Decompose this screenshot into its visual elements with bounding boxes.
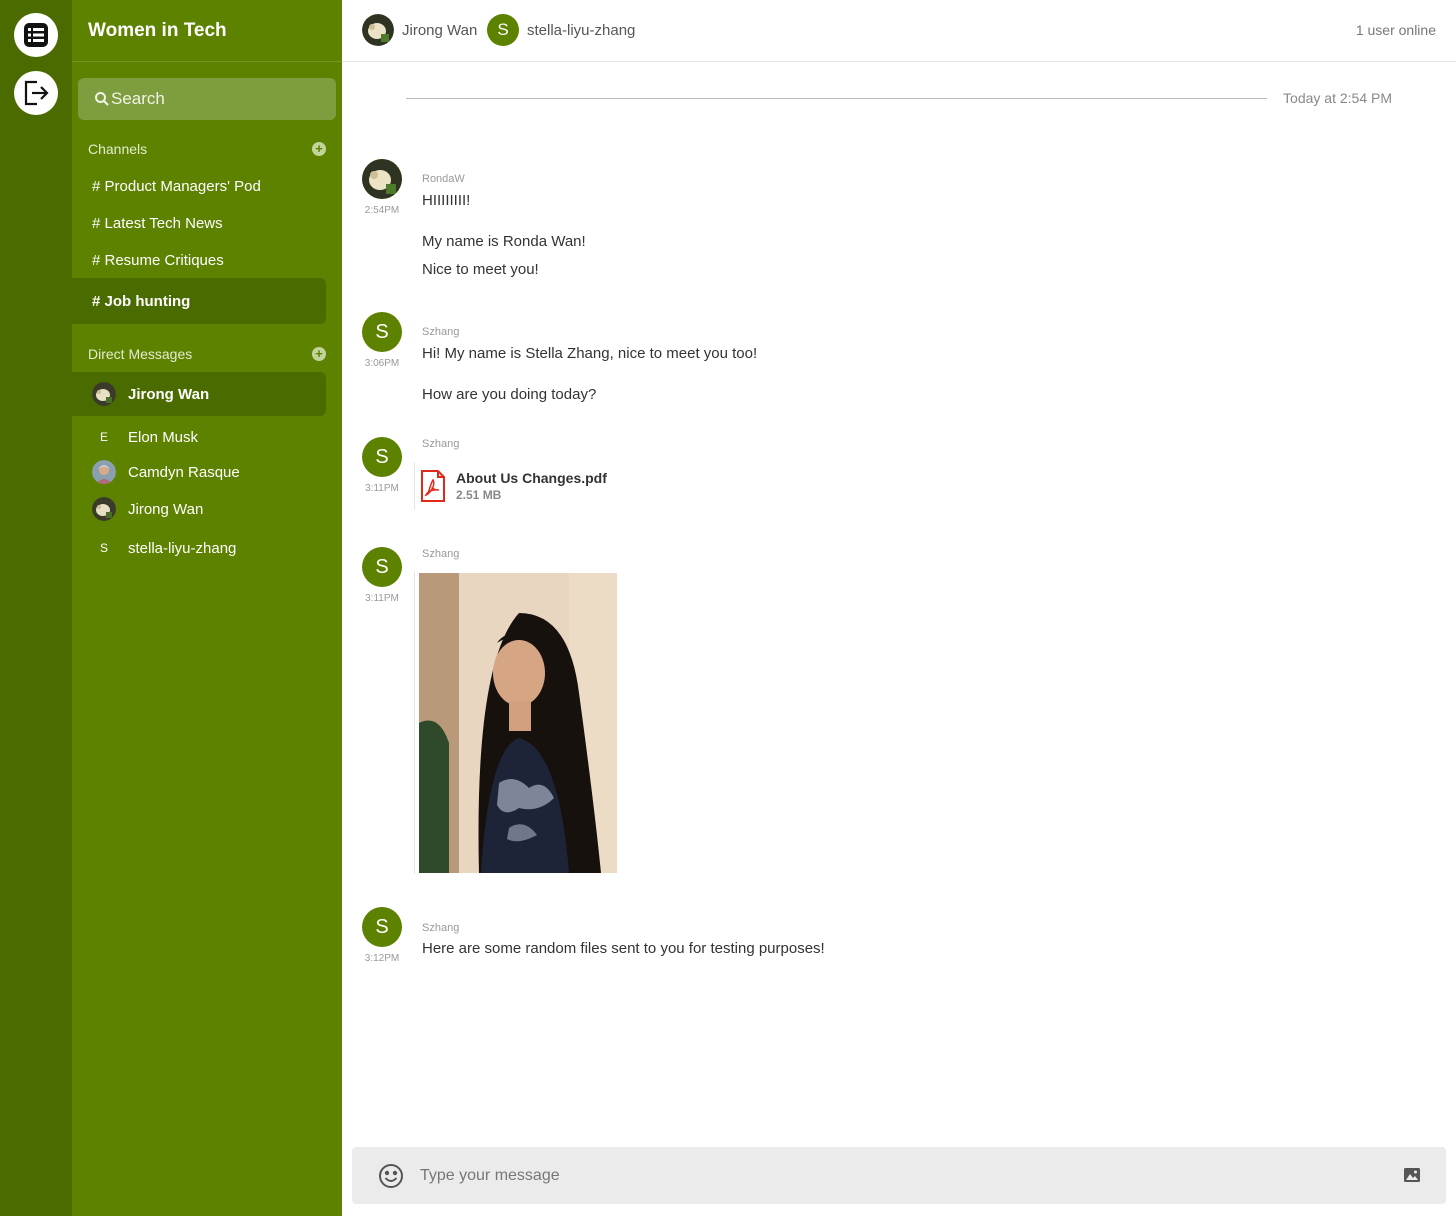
message-sender: RondaW [422,173,465,185]
dm-label: Camdyn Rasque [128,463,240,481]
avatar [92,497,116,521]
dm-item-elon-musk[interactable]: E Elon Musk [92,425,198,449]
date-separator: Today at 2:54 PM [406,90,1392,106]
message-sender: Szhang [422,922,460,934]
date-separator-text: Today at 2:54 PM [1283,90,1392,106]
message-sender: Szhang [422,438,460,450]
dm-label: stella-liyu-zhang [128,539,237,557]
message-time: 2:54PM [364,205,400,216]
divider [72,61,342,62]
dm-item-stella-liyu-zhang[interactable]: S stella-liyu-zhang [92,536,236,560]
header-user-name: Jirong Wan [402,21,478,39]
search-placeholder: Search [111,89,165,108]
avatar[interactable]: S [362,907,402,947]
online-status: 1 user online [1355,22,1436,38]
message-time: 3:12PM [364,953,400,964]
file-name: About Us Changes.pdf [456,470,607,486]
header-user-name: stella-liyu-zhang [527,21,636,39]
add-direct-message-icon[interactable]: + [312,347,326,361]
message-composer [352,1147,1446,1204]
dm-item-camdyn-rasque[interactable]: Camdyn Rasque [92,460,240,484]
message-text: How are you doing today? [422,386,597,403]
dm-label: Jirong Wan [128,500,204,518]
message-time: 3:11PM [365,483,399,494]
dm-item-jirong-wan-active[interactable]: Jirong Wan [72,372,326,416]
avatar: S [487,14,519,46]
message-text: My name is Ronda Wan! [422,233,586,250]
search-icon [95,92,109,106]
logout-button[interactable] [14,71,58,115]
message-input[interactable] [420,1166,1380,1185]
channel-list-button[interactable] [14,13,58,57]
portrait-photo[interactable] [419,573,617,873]
avatar: E [99,430,108,444]
direct-messages-heading: Direct Messages [88,346,193,362]
channels-heading: Channels [88,141,148,157]
channel-label: # Job hunting [92,292,191,310]
avatar[interactable]: S [362,547,402,587]
divider [406,97,1268,99]
channels-header: Channels + [88,141,326,157]
message-text: Here are some random files sent to you f… [422,940,825,957]
dm-label: Jirong Wan [128,385,210,403]
dm-item-jirong-wan[interactable]: Jirong Wan [92,497,203,521]
workspace-title: Women in Tech [88,20,227,41]
divider [414,572,415,874]
image-upload-icon[interactable] [1402,1165,1422,1185]
message-time: 3:11PM [365,593,399,604]
message-text: Nice to meet you! [422,261,539,278]
list-icon [24,23,48,47]
avatar [362,14,394,46]
emoji-icon[interactable] [378,1163,404,1189]
header-user-jirong-wan[interactable]: Jirong Wan [362,14,477,46]
avatar[interactable] [362,159,402,199]
message-text: HIIIIIIII! [422,192,471,209]
file-info: About Us Changes.pdf 2.51 MB [456,470,607,502]
message-sender: Szhang [422,548,460,560]
logout-icon [24,80,49,106]
chat-header: Jirong Wan S stella-liyu-zhang 1 user on… [342,0,1456,62]
avatar[interactable]: S [362,437,402,477]
avatar [92,382,116,406]
message-sender: Szhang [422,326,460,338]
file-attachment[interactable]: About Us Changes.pdf 2.51 MB [420,470,607,502]
avatar: S [99,541,108,555]
channel-item-resume-critiques[interactable]: # Resume Critiques [92,252,224,269]
avatar[interactable]: S [362,312,402,352]
search-input[interactable]: Search [78,78,336,120]
chat-panel: Jirong Wan S stella-liyu-zhang 1 user on… [342,0,1456,1216]
file-size: 2.51 MB [456,488,502,502]
message-text: Hi! My name is Stella Zhang, nice to mee… [422,345,758,362]
app-rail [0,0,72,1216]
message-time: 3:06PM [364,358,400,369]
chat-app: Women in Tech Search Channels + # Produc… [0,0,1456,1216]
header-user-stella-liyu-zhang[interactable]: S stella-liyu-zhang [487,14,635,46]
sidebar: Women in Tech Search Channels + # Produc… [72,0,342,1216]
avatar [92,460,116,484]
divider [414,462,415,510]
channel-item-latest-tech-news[interactable]: # Latest Tech News [92,215,223,232]
add-channel-icon[interactable]: + [312,142,326,156]
channel-item-product-managers-pod[interactable]: # Product Managers' Pod [92,178,261,195]
pdf-icon [421,470,445,502]
dm-label: Elon Musk [128,428,199,446]
channel-item-job-hunting[interactable]: # Job hunting [72,278,326,324]
direct-messages-header: Direct Messages + [88,346,326,362]
